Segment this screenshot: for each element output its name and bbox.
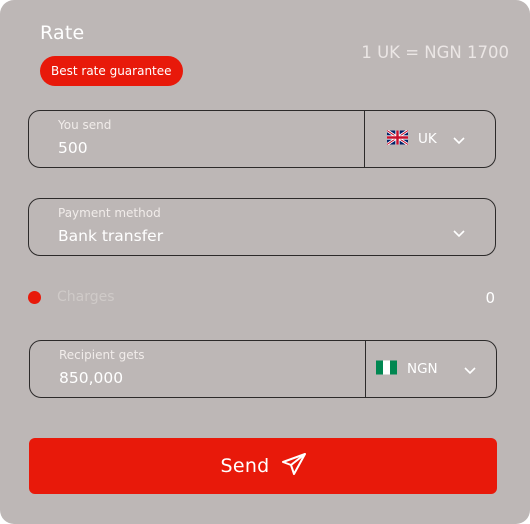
rate-title: Rate — [40, 22, 85, 44]
charges-indicator-dot — [28, 291, 41, 304]
nigeria-flag-icon — [376, 360, 397, 379]
chevron-down-icon — [453, 133, 465, 149]
send-amount-field: You send 500 UK — [28, 110, 496, 168]
recipient-currency-select[interactable]: NGN — [376, 341, 496, 397]
chevron-down-icon[interactable] — [453, 223, 465, 242]
charges-label: Charges — [57, 289, 115, 305]
best-rate-badge: Best rate guarantee — [40, 56, 183, 86]
send-currency-select[interactable]: UK — [386, 111, 495, 167]
exchange-rate-text: 1 UK = NGN 1700 — [361, 43, 509, 62]
payment-method-field[interactable]: Payment method Bank transfer — [28, 198, 496, 256]
paper-plane-icon — [281, 452, 306, 480]
recipient-amount-input[interactable]: 850,000 — [59, 369, 123, 387]
send-button-label: Send — [220, 455, 270, 477]
field-divider — [365, 341, 366, 397]
send-amount-input[interactable]: 500 — [58, 139, 88, 157]
uk-flag-icon — [386, 128, 409, 149]
chevron-down-icon — [464, 363, 476, 379]
payment-method-label: Payment method — [58, 206, 161, 220]
recipient-amount-label: Recipient gets — [59, 348, 145, 362]
field-divider — [364, 111, 365, 167]
send-currency-code: UK — [418, 131, 437, 147]
send-amount-label: You send — [58, 118, 112, 132]
recipient-currency-code: NGN — [407, 361, 438, 377]
send-button[interactable]: Send — [29, 438, 497, 494]
transfer-card: Rate Best rate guarantee 1 UK = NGN 1700… — [0, 0, 530, 524]
charges-value: 0 — [485, 289, 495, 307]
recipient-amount-field: Recipient gets 850,000 NGN — [29, 340, 497, 398]
payment-method-value: Bank transfer — [58, 227, 164, 245]
